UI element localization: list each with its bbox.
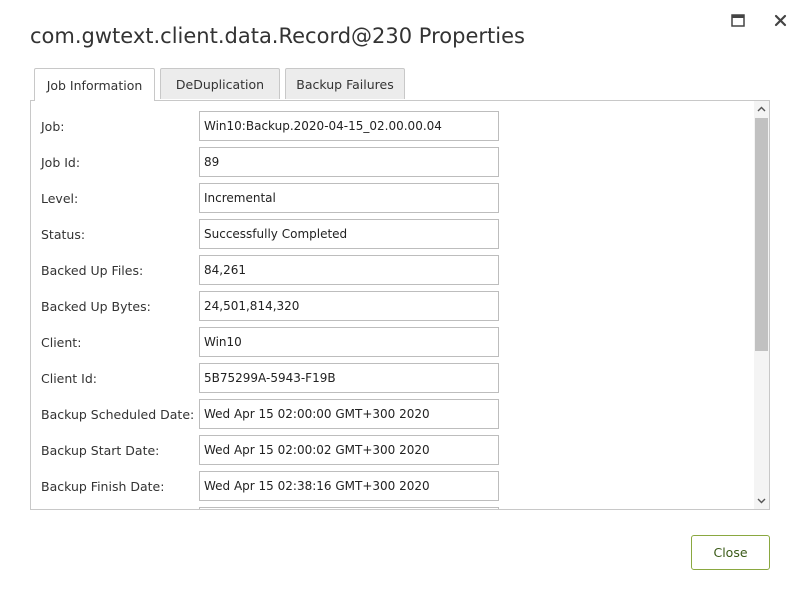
client-field[interactable]: Win10 [199,327,499,357]
job-information-panel: Job: Win10:Backup.2020-04-15_02.00.00.04… [30,100,770,510]
field-row-backed-up-files: Backed Up Files: 84,261 [31,255,753,285]
scroll-up-button[interactable] [754,101,769,117]
backed-up-bytes-field[interactable]: 24,501,814,320 [199,291,499,321]
field-label: Client Id: [41,371,97,386]
tab-job-information[interactable]: Job Information [34,68,155,101]
field-row-client-id: Client Id: 5B75299A-5943-F19B [31,363,753,393]
tab-backup-failures[interactable]: Backup Failures [285,68,405,99]
field-row-backed-up-bytes: Backed Up Bytes: 24,501,814,320 [31,291,753,321]
scroll-down-button[interactable] [754,493,769,509]
field-row-client: Client: Win10 [31,327,753,357]
window-close-button[interactable] [770,10,790,30]
field-label: Backed Up Bytes: [41,299,151,314]
status-field[interactable]: Successfully Completed [199,219,499,249]
field-row-job: Job: Win10:Backup.2020-04-15_02.00.00.04 [31,111,753,141]
field-label: Backup Finish Date: [41,479,165,494]
properties-dialog: com.gwtext.client.data.Record@230 Proper… [0,0,800,600]
field-label: Client: [41,335,82,350]
level-field[interactable]: Incremental [199,183,499,213]
field-row-backup-start-date: Backup Start Date: Wed Apr 15 02:00:02 G… [31,435,753,465]
field-row-level: Level: Incremental [31,183,753,213]
close-button[interactable]: Close [691,535,770,570]
maximize-button[interactable] [728,10,748,30]
backup-scheduled-date-field[interactable]: Wed Apr 15 02:00:00 GMT+300 2020 [199,399,499,429]
tab-deduplication[interactable]: DeDuplication [160,68,280,99]
field-label: Backup Start Date: [41,443,160,458]
field-label: Backed Up Files: [41,263,144,278]
backup-finish-date-field[interactable]: Wed Apr 15 02:38:16 GMT+300 2020 [199,471,499,501]
field-label: Job: [41,119,65,134]
field-label: Job Id: [41,155,81,170]
field-row-job-id: Job Id: 89 [31,147,753,177]
field-row-status: Status: Successfully Completed [31,219,753,249]
job-id-field[interactable]: 89 [199,147,499,177]
field-label: Status: [41,227,86,242]
field-label: Backup Scheduled Date: [41,407,195,422]
chevron-up-icon [757,106,766,112]
backup-start-date-field[interactable]: Wed Apr 15 02:00:02 GMT+300 2020 [199,435,499,465]
close-icon [774,14,786,26]
job-field[interactable]: Win10:Backup.2020-04-15_02.00.00.04 [199,111,499,141]
backed-up-files-field[interactable]: 84,261 [199,255,499,285]
field-row-partial [31,507,753,509]
scroll-thumb[interactable] [755,118,768,351]
dialog-title: com.gwtext.client.data.Record@230 Proper… [30,24,525,48]
vertical-scrollbar[interactable] [754,101,769,509]
client-id-field[interactable]: 5B75299A-5943-F19B [199,363,499,393]
next-field-partial[interactable] [199,507,499,509]
field-row-backup-finish-date: Backup Finish Date: Wed Apr 15 02:38:16 … [31,471,753,501]
chevron-down-icon [757,498,766,504]
maximize-icon [731,13,745,27]
field-label: Level: [41,191,79,206]
field-row-backup-scheduled-date: Backup Scheduled Date: Wed Apr 15 02:00:… [31,399,753,429]
